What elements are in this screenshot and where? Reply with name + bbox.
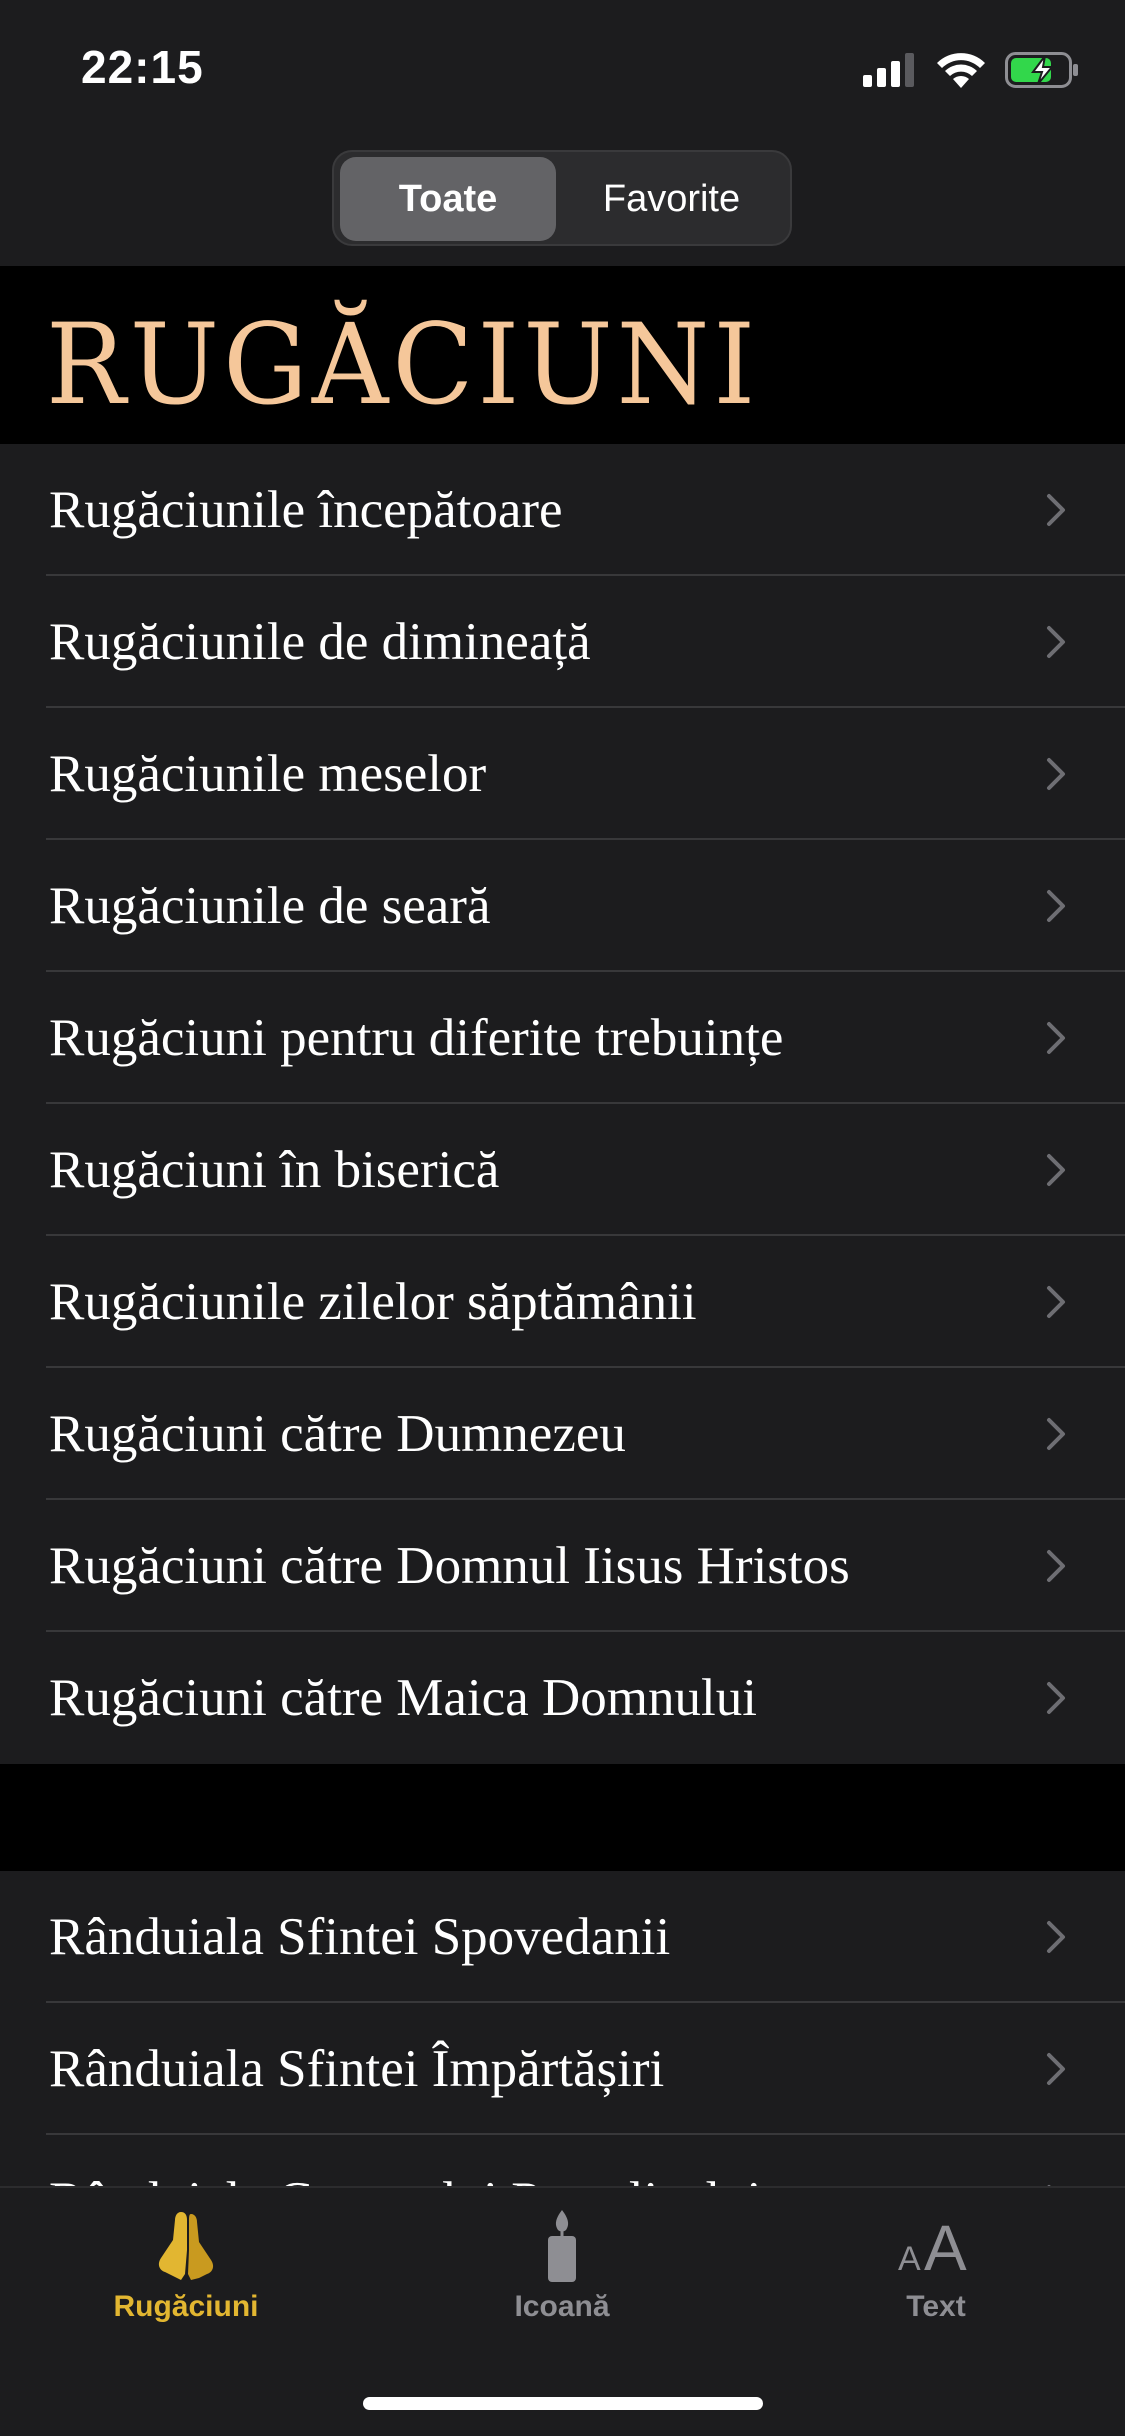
filter-segmented-control: Toate Favorite [332,150,792,246]
chevron-right-icon [1047,494,1065,526]
tab-label: Rugăciuni [113,2290,259,2323]
candle-icon [548,2210,576,2282]
chevron-right-icon [1047,2053,1065,2085]
chevron-right-icon [1047,1022,1065,1054]
chevron-right-icon [1047,1550,1065,1582]
list-item-meselor[interactable]: Rugăciunile meselor [0,708,1125,840]
list-item-label: Rugăciuni către Maica Domnului [49,1669,757,1727]
list-item-label: Rugăciuni către Domnul Iisus Hristos [49,1537,850,1595]
chevron-right-icon [1047,758,1065,790]
praying-hands-icon [158,2212,214,2280]
segment-all[interactable]: Toate [340,157,556,241]
chevron-right-icon [1047,1154,1065,1186]
home-indicator [363,2397,763,2410]
text-size-icon: A A [898,2212,967,2282]
section-banner: RUGĂCIUNI [0,266,1125,444]
svg-text:A: A [898,2240,921,2278]
list-item-dumnezeu[interactable]: Rugăciuni către Dumnezeu [0,1368,1125,1500]
svg-text:A: A [924,2212,967,2282]
chevron-right-icon [1047,1418,1065,1450]
list-item-iisus-hristos[interactable]: Rugăciuni către Domnul Iisus Hristos [0,1500,1125,1632]
list-item-label: Rânduiala Sfintei Spovedanii [49,1908,671,1966]
list-item-seara[interactable]: Rugăciunile de seară [0,840,1125,972]
section-gap [0,1764,1125,1871]
list-item-spovedanii[interactable]: Rânduiala Sfintei Spovedanii [0,1871,1125,2003]
prayer-list: Rugăciunile începătoare Rugăciunile de d… [0,444,1125,1764]
list-item-maica-domnului[interactable]: Rugăciuni către Maica Domnului [0,1632,1125,1764]
tab-icoana[interactable]: Icoană [432,2210,692,2350]
tab-label: Text [906,2290,966,2323]
list-item-label: Rugăciuni către Dumnezeu [49,1405,626,1463]
chevron-right-icon [1047,626,1065,658]
list-item-label: Rugăciuni pentru diferite trebuințe [49,1009,784,1067]
chevron-right-icon [1047,1682,1065,1714]
list-item-biserica[interactable]: Rugăciuni în biserică [0,1104,1125,1236]
list-item-label: Rugăciunile de dimineață [49,613,591,671]
top-bar: 22:15 Toate Favorite [0,0,1125,266]
status-time: 22:15 [81,41,204,93]
segment-favorites[interactable]: Favorite [559,157,784,241]
list-item-label: Rugăciuni în biserică [49,1141,500,1199]
list-item-label: Rugăciunile meselor [49,745,487,803]
list-item-zilele-saptamanii[interactable]: Rugăciunile zilelor săptămânii [0,1236,1125,1368]
status-icons [863,50,1079,90]
list-item-label: Rugăciunile de seară [49,877,491,935]
chevron-right-icon [1047,1921,1065,1953]
list-item-trebuinte[interactable]: Rugăciuni pentru diferite trebuințe [0,972,1125,1104]
list-item-impartasiri[interactable]: Rânduiala Sfintei Împărtășiri [0,2003,1125,2135]
list-item-label: Rugăciunile începătoare [49,481,563,539]
tab-text[interactable]: A A Text [806,2210,1066,2350]
list-item-incepatoare[interactable]: Rugăciunile începătoare [0,444,1125,576]
list-item-label: Rugăciunile zilelor săptămânii [49,1273,697,1331]
list-item-label: Rânduiala Sfintei Împărtășiri [49,2040,665,2098]
page-title: RUGĂCIUNI [46,299,760,430]
chevron-right-icon [1047,1286,1065,1318]
list-item-dimineata[interactable]: Rugăciunile de dimineață [0,576,1125,708]
tab-rugaciuni[interactable]: Rugăciuni [56,2210,316,2350]
wifi-icon [937,53,985,88]
tab-label: Icoană [514,2290,610,2323]
cellular-signal-icon [863,53,914,87]
battery-charging-icon [1005,52,1078,88]
chevron-right-icon [1047,890,1065,922]
